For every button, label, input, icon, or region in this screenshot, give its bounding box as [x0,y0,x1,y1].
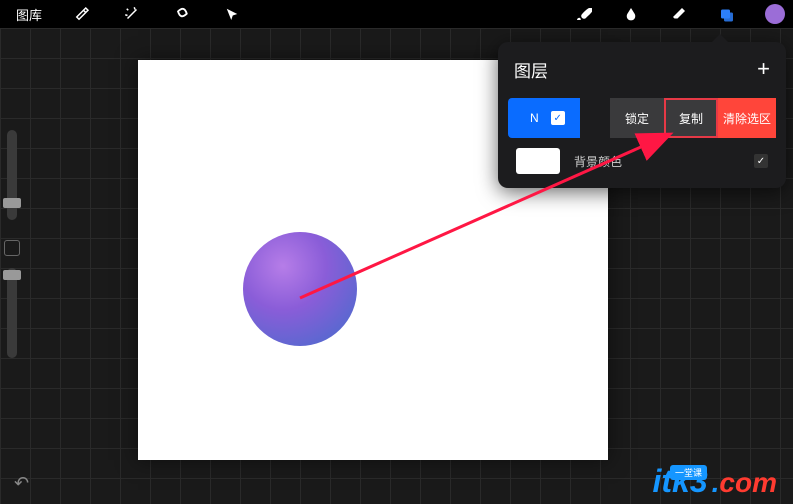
arrow-icon[interactable] [222,4,242,24]
brush-icon[interactable] [573,4,593,24]
add-layer-button[interactable]: + [757,56,770,82]
brush-size-slider[interactable] [7,130,17,220]
clear-selection-button[interactable]: 清除选区 [718,98,776,138]
background-label: 背景颜色 [574,153,622,170]
panel-title: 图层 [514,57,548,82]
toolbar-left-group: 图库 [16,4,242,24]
slider-thumb[interactable] [3,270,21,280]
background-thumbnail [516,148,560,174]
layers-icon[interactable] [717,4,737,24]
color-picker-dot[interactable] [765,4,785,24]
selection-icon[interactable] [172,4,192,24]
drawn-circle [243,232,357,346]
gallery-button[interactable]: 图库 [16,5,42,24]
eraser-icon[interactable] [669,4,689,24]
opacity-slider[interactable] [7,268,17,358]
copy-button[interactable]: 复制 [664,98,718,138]
top-toolbar: 图库 [0,0,793,28]
left-sidebar [0,130,24,358]
lock-button[interactable]: 锁定 [610,98,664,138]
undo-icon[interactable]: ↶ [14,473,29,494]
slider-thumb[interactable] [3,198,21,208]
layer-actions: 锁定 复制 清除选区 [610,98,776,138]
toolbar-right-group [573,4,785,24]
background-layer-row[interactable]: 背景颜色 ✓ [508,144,776,178]
watermark-tld: com [719,467,777,498]
layer-row[interactable]: N ✓ 锁定 复制 清除选区 [508,98,580,138]
watermark-tagline: 一堂课 [670,465,707,480]
watermark: 一堂课 itk3 .com [653,463,778,500]
layers-panel: 图层 + N ✓ 锁定 复制 清除选区 背景颜色 ✓ [498,42,786,188]
wand-icon[interactable] [122,4,142,24]
smudge-icon[interactable] [621,4,641,24]
blend-mode-label[interactable]: N [530,111,539,125]
modifier-button[interactable] [4,240,20,256]
wrench-icon[interactable] [72,4,92,24]
panel-header: 图层 + [508,56,776,82]
visibility-checkbox[interactable]: ✓ [551,111,565,125]
background-visibility-checkbox[interactable]: ✓ [754,154,768,168]
